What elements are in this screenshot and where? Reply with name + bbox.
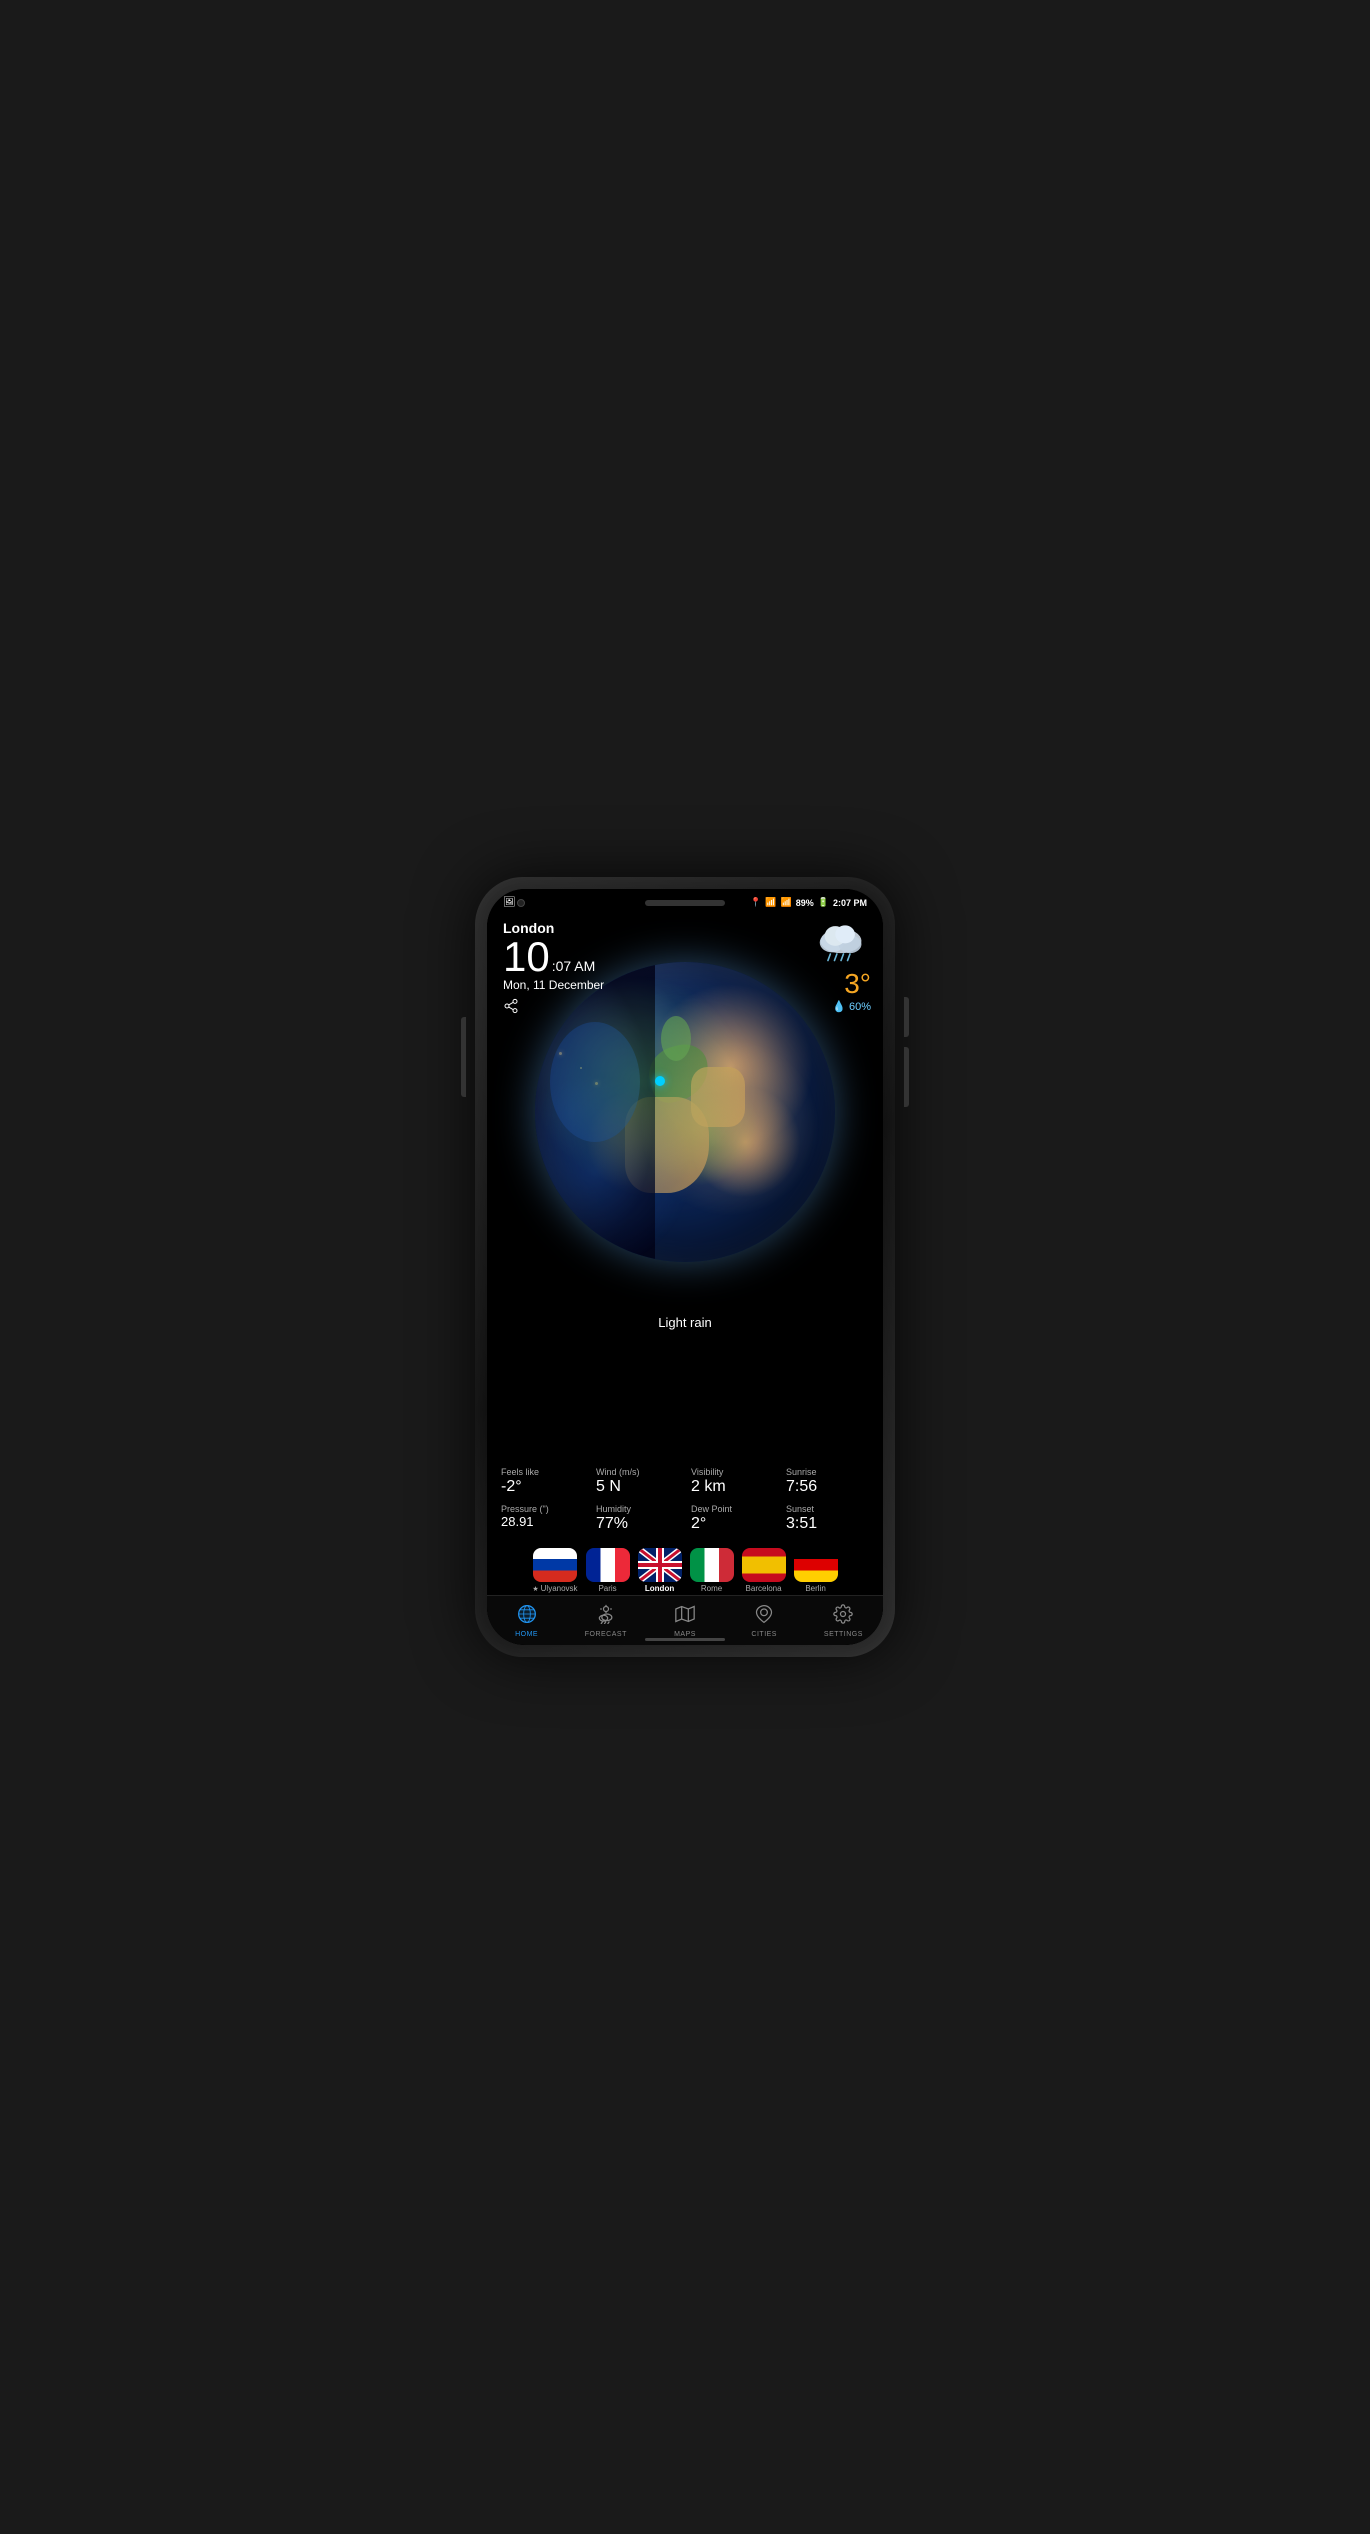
power-button[interactable] <box>904 997 909 1037</box>
city-item-rome[interactable]: Rome <box>690 1548 734 1593</box>
flag-germany <box>794 1548 838 1582</box>
nav-cities[interactable]: CITIES <box>725 1604 804 1638</box>
weather-widget: 3° 💧 60% <box>811 912 871 1019</box>
city-item-berlin[interactable]: Berlin <box>794 1548 838 1593</box>
city-label-berlin: Berlin <box>805 1584 825 1593</box>
humidity-stat: Humidity 77% <box>590 1500 685 1537</box>
sunset-stat: Sunset 3:51 <box>780 1500 875 1537</box>
location-pin <box>655 1076 665 1086</box>
wind-value: 5 N <box>596 1477 621 1496</box>
nav-forecast[interactable]: FORECAST <box>566 1604 645 1638</box>
home-indicator <box>645 1638 725 1641</box>
sunset-value: 3:51 <box>786 1514 817 1533</box>
humidity-display: 💧 60% <box>832 1000 871 1013</box>
nav-home-label: HOME <box>515 1631 538 1638</box>
time-hour: 10 <box>503 936 550 978</box>
nav-cities-label: CITIES <box>751 1631 777 1638</box>
cities-bar: Ulyanovsk Paris <box>487 1548 883 1593</box>
feels-like-label: Feels like <box>501 1467 539 1477</box>
time-suffix: :07 AM <box>552 958 596 974</box>
wind-stat: Wind (m/s) 5 N <box>590 1463 685 1500</box>
city-item-paris[interactable]: Paris <box>586 1548 630 1593</box>
flag-france <box>586 1548 630 1582</box>
camera <box>517 899 525 907</box>
pressure-label: Pressure (") <box>501 1504 549 1514</box>
humidity-value: 77% <box>596 1514 628 1533</box>
sunrise-value: 7:56 <box>786 1477 817 1496</box>
humidity-label: Humidity <box>596 1504 631 1514</box>
weather-stats: Feels like -2° Wind (m/s) 5 N Visibility… <box>487 1463 883 1537</box>
flag-italy <box>690 1548 734 1582</box>
phone-device: 🖼 📍 📶 📶 89% 🔋 2:07 PM London 10 <box>475 877 895 1657</box>
main-content: London 10 :07 AM Mon, 11 December <box>487 912 883 1645</box>
city-label-london: London <box>645 1584 674 1593</box>
nav-home[interactable]: HOME <box>487 1604 566 1638</box>
nav-settings-label: SETTINGS <box>824 1631 863 1638</box>
city-label-paris: Paris <box>598 1584 616 1593</box>
dew-point-value: 2° <box>691 1514 706 1533</box>
city-label-barcelona: Barcelona <box>746 1584 782 1593</box>
weather-condition: Light rain <box>658 1315 711 1330</box>
phone-top-bar <box>487 889 883 917</box>
dew-point-stat: Dew Point 2° <box>685 1500 780 1537</box>
wind-label: Wind (m/s) <box>596 1467 640 1477</box>
flag-uk <box>638 1548 682 1582</box>
sunrise-label: Sunrise <box>786 1467 817 1477</box>
feels-like-value: -2° <box>501 1477 522 1496</box>
maps-icon <box>675 1604 695 1629</box>
sunrise-stat: Sunrise 7:56 <box>780 1463 875 1500</box>
volume-left-button[interactable] <box>461 1017 466 1097</box>
flag-russia <box>533 1548 577 1582</box>
dew-point-label: Dew Point <box>691 1504 732 1514</box>
volume-button[interactable] <box>904 1047 909 1107</box>
settings-icon <box>833 1604 853 1629</box>
feels-like-stat: Feels like -2° <box>495 1463 590 1500</box>
nav-settings[interactable]: SETTINGS <box>804 1604 883 1638</box>
city-item-ulyanovsk[interactable]: Ulyanovsk <box>532 1548 577 1593</box>
pressure-value: 28.91 <box>501 1514 534 1530</box>
pressure-stat: Pressure (") 28.91 <box>495 1500 590 1537</box>
temperature-display: 3° <box>844 968 871 1000</box>
forecast-icon <box>596 1604 616 1629</box>
visibility-label: Visibility <box>691 1467 723 1477</box>
cities-icon <box>754 1604 774 1629</box>
visibility-value: 2 km <box>691 1477 726 1496</box>
nav-maps-label: MAPS <box>674 1631 696 1638</box>
phone-screen: 🖼 📍 📶 📶 89% 🔋 2:07 PM London 10 <box>487 889 883 1645</box>
nav-forecast-label: FORECAST <box>585 1631 627 1638</box>
speaker <box>645 900 725 906</box>
sunset-label: Sunset <box>786 1504 814 1514</box>
flag-spain <box>742 1548 786 1582</box>
visibility-stat: Visibility 2 km <box>685 1463 780 1500</box>
home-icon <box>517 1604 537 1629</box>
nav-maps[interactable]: MAPS <box>645 1604 724 1638</box>
city-label-ulyanovsk: Ulyanovsk <box>532 1584 577 1593</box>
city-item-barcelona[interactable]: Barcelona <box>742 1548 786 1593</box>
city-label-rome: Rome <box>701 1584 722 1593</box>
weather-cloud-icon <box>811 918 871 968</box>
city-item-london[interactable]: London <box>638 1548 682 1593</box>
app-screen: 🖼 📍 📶 📶 89% 🔋 2:07 PM London 10 <box>487 889 883 1645</box>
